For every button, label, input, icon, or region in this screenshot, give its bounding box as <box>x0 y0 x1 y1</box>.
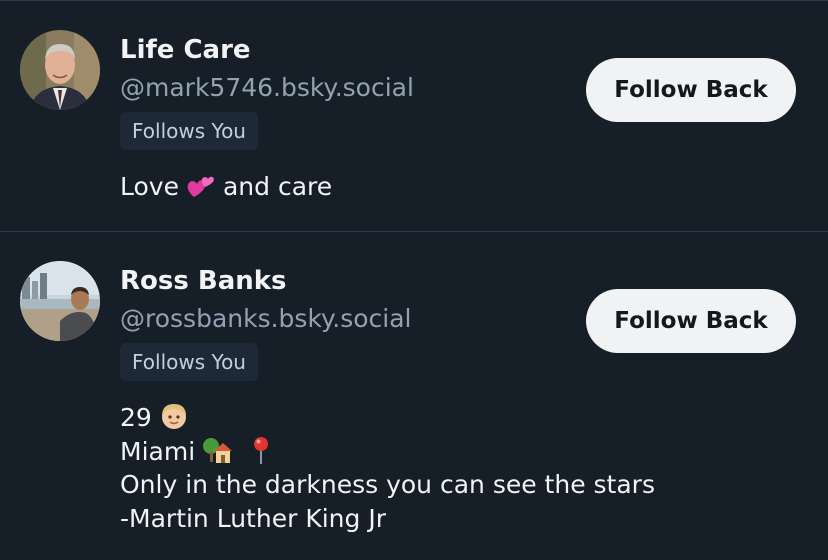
bio-text: Love <box>120 172 179 201</box>
bio: Love and care <box>120 169 332 204</box>
follower-row-life-care[interactable]: Life Care @mark5746.bsky.social Follows … <box>0 1 828 232</box>
follows-you-badge: Follows You <box>120 112 258 150</box>
display-name[interactable]: Ross Banks <box>120 265 287 297</box>
handle[interactable]: @rossbanks.bsky.social <box>120 303 412 335</box>
bio: 29 Miami Only in the darkness you can se… <box>120 400 655 536</box>
two-hearts-icon <box>185 169 217 201</box>
bio-line: 29 <box>120 400 655 434</box>
bio-line: Only in the darkness you can see the sta… <box>120 470 655 499</box>
bio-text: Miami <box>120 437 196 466</box>
handle[interactable]: @mark5746.bsky.social <box>120 72 414 104</box>
display-name[interactable]: Life Care <box>120 34 251 66</box>
follow-back-button[interactable]: Follow Back <box>586 58 796 122</box>
avatar[interactable] <box>20 30 100 110</box>
boy-icon <box>158 400 190 432</box>
round-pushpin-icon <box>245 434 277 466</box>
bio-line: -Martin Luther King Jr <box>120 504 386 533</box>
avatar[interactable] <box>20 261 100 341</box>
house-with-garden-icon <box>201 434 233 466</box>
bio-text: 29 <box>120 403 152 432</box>
follow-back-button[interactable]: Follow Back <box>586 289 796 353</box>
follower-row-ross-banks[interactable]: Ross Banks @rossbanks.bsky.social Follow… <box>0 232 828 559</box>
bio-line: Miami <box>120 434 655 468</box>
bio-text: and care <box>222 172 333 201</box>
follower-list: Life Care @mark5746.bsky.social Follows … <box>0 0 828 560</box>
follows-you-badge: Follows You <box>120 343 258 381</box>
